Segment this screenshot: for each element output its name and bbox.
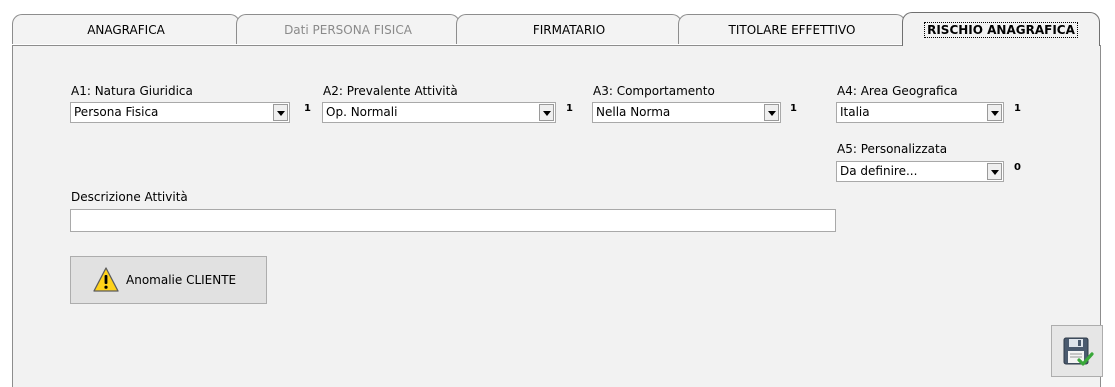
- anomalie-cliente-label: Anomalie CLIENTE: [126, 273, 237, 287]
- a1-score: 1: [304, 103, 311, 114]
- chevron-down-icon[interactable]: [539, 104, 554, 121]
- a2-label: A2: Prevalente Attività: [323, 84, 458, 98]
- a2-value: Op. Normali: [326, 105, 398, 119]
- chevron-down-icon[interactable]: [987, 104, 1002, 121]
- a3-value: Nella Norma: [596, 105, 671, 119]
- a2-score: 1: [566, 103, 573, 114]
- tab-label: RISCHIO ANAGRAFICA: [924, 21, 1078, 38]
- a3-label: A3: Comportamento: [593, 84, 715, 98]
- tab-anagrafica[interactable]: ANAGRAFICA: [12, 14, 240, 44]
- tab-label: FIRMATARIO: [532, 22, 606, 37]
- a3-comportamento-select[interactable]: Nella Norma: [592, 102, 781, 123]
- a5-personalizzata-select[interactable]: Da definire...: [836, 161, 1004, 182]
- descrizione-attivita-input[interactable]: [70, 209, 836, 232]
- warning-icon: [92, 266, 120, 294]
- tab-titolare-effettivo[interactable]: TITOLARE EFFETTIVO: [678, 14, 906, 44]
- save-button[interactable]: [1051, 325, 1103, 377]
- a1-value: Persona Fisica: [74, 105, 159, 119]
- a5-value: Da definire...: [840, 164, 918, 178]
- a3-score: 1: [790, 103, 797, 114]
- tab-firmatario[interactable]: FIRMATARIO: [456, 14, 682, 44]
- tab-label: Dati PERSONA FISICA: [284, 22, 412, 37]
- chevron-down-icon[interactable]: [273, 104, 288, 121]
- chevron-down-icon[interactable]: [764, 104, 779, 121]
- descrizione-label: Descrizione Attività: [71, 190, 188, 204]
- a1-label: A1: Natura Giuridica: [71, 84, 193, 98]
- tab-dati-persona-fisica[interactable]: Dati PERSONA FISICA: [236, 14, 460, 44]
- a5-score: 0: [1014, 162, 1021, 173]
- tab-label: TITOLARE EFFETTIVO: [728, 22, 856, 37]
- a4-score: 1: [1014, 103, 1021, 114]
- tab-strip: ANAGRAFICA Dati PERSONA FISICA FIRMATARI…: [12, 12, 1102, 46]
- a2-prevalente-attivita-select[interactable]: Op. Normali: [322, 102, 556, 123]
- save-icon: [1062, 336, 1094, 368]
- a5-label: A5: Personalizzata: [837, 142, 948, 156]
- a4-label: A4: Area Geografica: [837, 84, 958, 98]
- a4-value: Italia: [840, 105, 870, 119]
- tab-label: ANAGRAFICA: [87, 22, 165, 37]
- anomalie-cliente-button[interactable]: Anomalie CLIENTE: [70, 256, 267, 304]
- tab-rischio-anagrafica[interactable]: RISCHIO ANAGRAFICA: [902, 12, 1100, 46]
- a1-natura-giuridica-select[interactable]: Persona Fisica: [70, 102, 290, 123]
- chevron-down-icon[interactable]: [987, 163, 1002, 180]
- a4-area-geografica-select[interactable]: Italia: [836, 102, 1004, 123]
